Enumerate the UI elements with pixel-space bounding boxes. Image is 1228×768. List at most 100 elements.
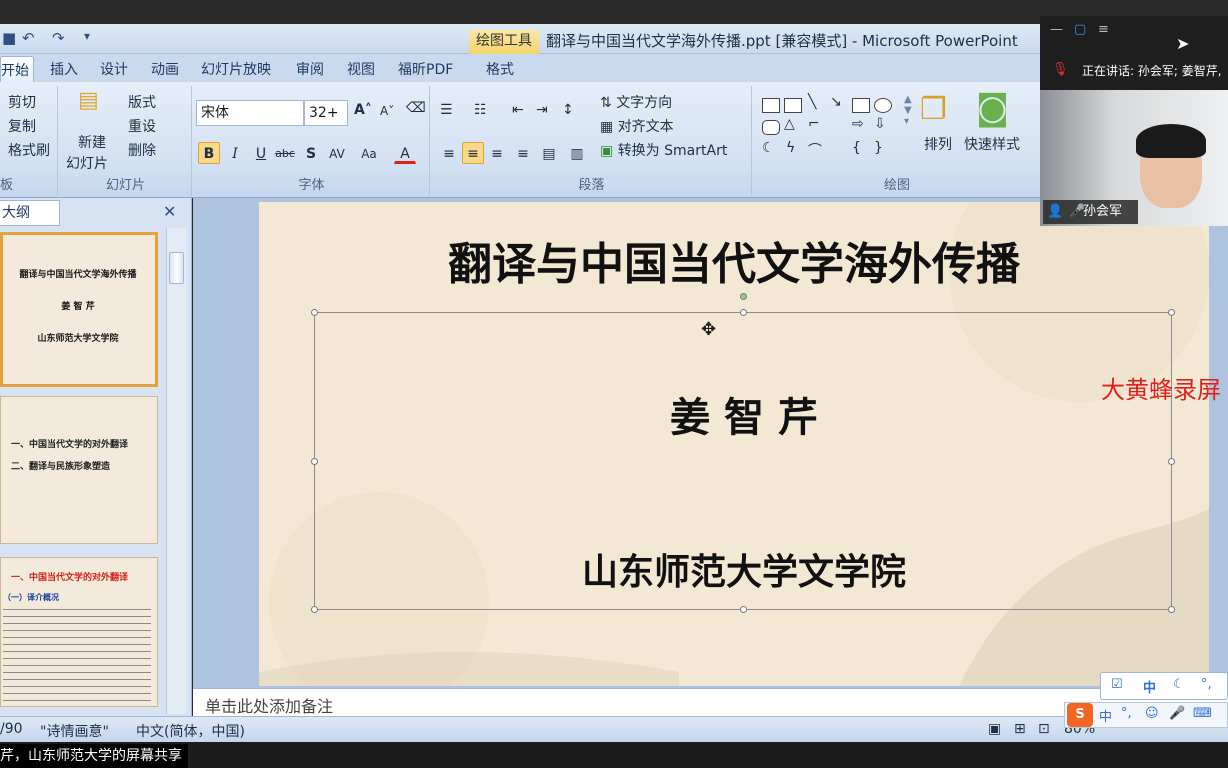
- down-arrow-shape-icon[interactable]: ⇩: [874, 116, 886, 132]
- tab-review[interactable]: 审阅: [296, 59, 324, 79]
- ime-keyboard-icon[interactable]: ⌨: [1193, 706, 1212, 721]
- tab-home[interactable]: 开始: [0, 56, 34, 82]
- align-left-icon[interactable]: ≡: [438, 142, 460, 164]
- ime-floating-bar[interactable]: ☑ 中 ☾ °,: [1100, 672, 1228, 700]
- vertical-textbox-shape-icon[interactable]: [784, 98, 802, 113]
- tab-insert[interactable]: 插入: [50, 59, 78, 79]
- undo-icon[interactable]: ↶: [22, 29, 35, 47]
- font-name-field[interactable]: 宋体: [196, 100, 304, 126]
- new-slide-dropdown[interactable]: 幻灯片: [66, 153, 108, 173]
- language-indicator[interactable]: 中文(简体，中国): [136, 721, 245, 741]
- minimize-icon[interactable]: —: [1050, 22, 1063, 37]
- layout-button[interactable]: 版式: [128, 92, 156, 112]
- tab-outline[interactable]: 大纲: [0, 200, 60, 226]
- resize-handle[interactable]: [1168, 309, 1175, 316]
- clear-format-icon[interactable]: ⌫: [406, 100, 426, 116]
- shrink-font-icon[interactable]: A˅: [380, 104, 394, 118]
- grow-font-icon[interactable]: A˄: [354, 102, 372, 118]
- ime-punct-icon[interactable]: °,: [1201, 677, 1212, 692]
- pane-scrollbar[interactable]: [166, 228, 186, 714]
- oval-shape-icon[interactable]: [874, 98, 892, 113]
- tab-foxit-pdf[interactable]: 福昕PDF: [398, 59, 453, 79]
- resize-handle[interactable]: [311, 606, 318, 613]
- align-text-button[interactable]: ▦ 对齐文本: [600, 116, 674, 136]
- tab-slideshow[interactable]: 幻灯片放映: [201, 59, 271, 79]
- slide-thumbnail-2[interactable]: 一、中国当代文学的对外翻译 二、翻译与民族形象塑造: [0, 396, 158, 544]
- distribute-icon[interactable]: ▤: [538, 142, 560, 164]
- font-color-icon[interactable]: A: [394, 142, 416, 164]
- format-painter-button[interactable]: 格式刷: [8, 140, 50, 160]
- arrow-shape-icon[interactable]: ↘: [830, 94, 842, 110]
- pane-scrollbar-thumb[interactable]: [169, 252, 184, 284]
- rounded-rect-shape-icon[interactable]: [762, 120, 780, 135]
- resize-handle[interactable]: [1168, 606, 1175, 613]
- resize-handle[interactable]: [740, 309, 747, 316]
- shapes-scroll-icon[interactable]: ▲ ▼ ▾: [904, 94, 912, 127]
- italic-button[interactable]: I: [224, 142, 246, 164]
- ime-emoji-icon[interactable]: ☺: [1145, 706, 1159, 721]
- line-spacing-icon[interactable]: ↕: [562, 102, 574, 118]
- resize-handle[interactable]: [311, 309, 318, 316]
- close-icon[interactable]: ✕: [163, 202, 176, 221]
- align-right-icon[interactable]: ≡: [486, 142, 508, 164]
- justify-icon[interactable]: ≡: [512, 142, 534, 164]
- font-size-field[interactable]: 32+: [304, 100, 348, 126]
- window-mode-icon[interactable]: ▢: [1074, 22, 1086, 37]
- columns-icon[interactable]: ▥: [566, 142, 588, 164]
- slideshow-view-icon[interactable]: ⊡: [1038, 721, 1050, 737]
- tab-view[interactable]: 视图: [347, 59, 375, 79]
- cut-button[interactable]: 剪切: [8, 92, 36, 112]
- underline-button[interactable]: U: [250, 142, 272, 164]
- selected-text-placeholder[interactable]: ✥ 姜 智 芹 山东师范大学文学院: [311, 293, 1175, 613]
- align-center-icon[interactable]: ≡: [462, 142, 484, 164]
- save-icon[interactable]: ■: [2, 29, 16, 47]
- redo-icon[interactable]: ↷: [52, 29, 65, 47]
- resize-handle[interactable]: [740, 606, 747, 613]
- line-shape-icon[interactable]: ╲: [808, 94, 816, 110]
- slide-thumbnail-3[interactable]: 一、中国当代文学的对外翻译 （一）译介概况: [0, 557, 158, 707]
- ime-mode[interactable]: 中: [1143, 677, 1156, 696]
- ime-punctuation-icon[interactable]: °,: [1121, 706, 1132, 721]
- reset-button[interactable]: 重设: [128, 116, 156, 136]
- sogou-ime-bar[interactable]: S 中 °, ☺ 🎤 ⌨: [1064, 702, 1228, 728]
- arrange-button[interactable]: 排列: [924, 134, 952, 154]
- change-case-icon[interactable]: Aa: [358, 142, 380, 164]
- decrease-indent-icon[interactable]: ⇤: [512, 102, 524, 118]
- tab-format[interactable]: 格式: [486, 59, 514, 79]
- brace-left-icon[interactable]: {: [852, 140, 861, 156]
- tab-animation[interactable]: 动画: [151, 59, 179, 79]
- textbox-shape-icon[interactable]: [762, 98, 780, 113]
- slide-title[interactable]: 翻译与中国当代文学海外传播: [259, 228, 1209, 292]
- shadow-button[interactable]: S: [300, 142, 322, 164]
- normal-view-icon[interactable]: ▣: [988, 721, 1001, 737]
- bullets-icon[interactable]: ☰: [440, 102, 453, 118]
- new-slide-button[interactable]: 新建: [78, 132, 106, 152]
- rectangle-shape-icon[interactable]: [852, 98, 870, 113]
- customize-quick-access-icon[interactable]: ▾: [84, 29, 90, 43]
- ime-moon-icon[interactable]: ☾: [1173, 677, 1185, 692]
- slide-sorter-icon[interactable]: ⊞: [1014, 721, 1026, 737]
- quick-styles-button[interactable]: 快速样式: [964, 134, 1020, 154]
- ime-chinese-icon[interactable]: 中: [1099, 706, 1112, 725]
- right-arrow-shape-icon[interactable]: ⇨: [852, 116, 864, 132]
- brace-right-icon[interactable]: }: [874, 140, 883, 156]
- resize-handle[interactable]: [311, 458, 318, 465]
- rotate-handle[interactable]: [740, 293, 747, 300]
- resize-handle[interactable]: [1168, 458, 1175, 465]
- arc-shape-icon[interactable]: ⌒: [808, 140, 822, 160]
- ime-voice-icon[interactable]: 🎤: [1169, 706, 1185, 721]
- strikethrough-button[interactable]: abc: [274, 142, 296, 164]
- triangle-shape-icon[interactable]: △: [784, 116, 795, 132]
- bold-button[interactable]: B: [198, 142, 220, 164]
- delete-button[interactable]: 删除: [128, 140, 156, 160]
- menu-icon[interactable]: ≡: [1098, 22, 1109, 37]
- increase-indent-icon[interactable]: ⇥: [536, 102, 548, 118]
- ime-edit-icon[interactable]: ☑: [1111, 677, 1123, 692]
- lightning-shape-icon[interactable]: ϟ: [786, 140, 795, 156]
- slide-thumbnail-1[interactable]: 翻译与中国当代文学海外传播 姜 智 芹 山东师范大学文学院: [0, 232, 158, 387]
- freeform-shape-icon[interactable]: ☾: [762, 140, 775, 156]
- convert-smartart-button[interactable]: ▣ 转换为 SmartArt: [600, 140, 727, 160]
- copy-button[interactable]: 复制: [8, 116, 36, 136]
- char-spacing-icon[interactable]: AV: [326, 142, 348, 164]
- tab-design[interactable]: 设计: [100, 59, 128, 79]
